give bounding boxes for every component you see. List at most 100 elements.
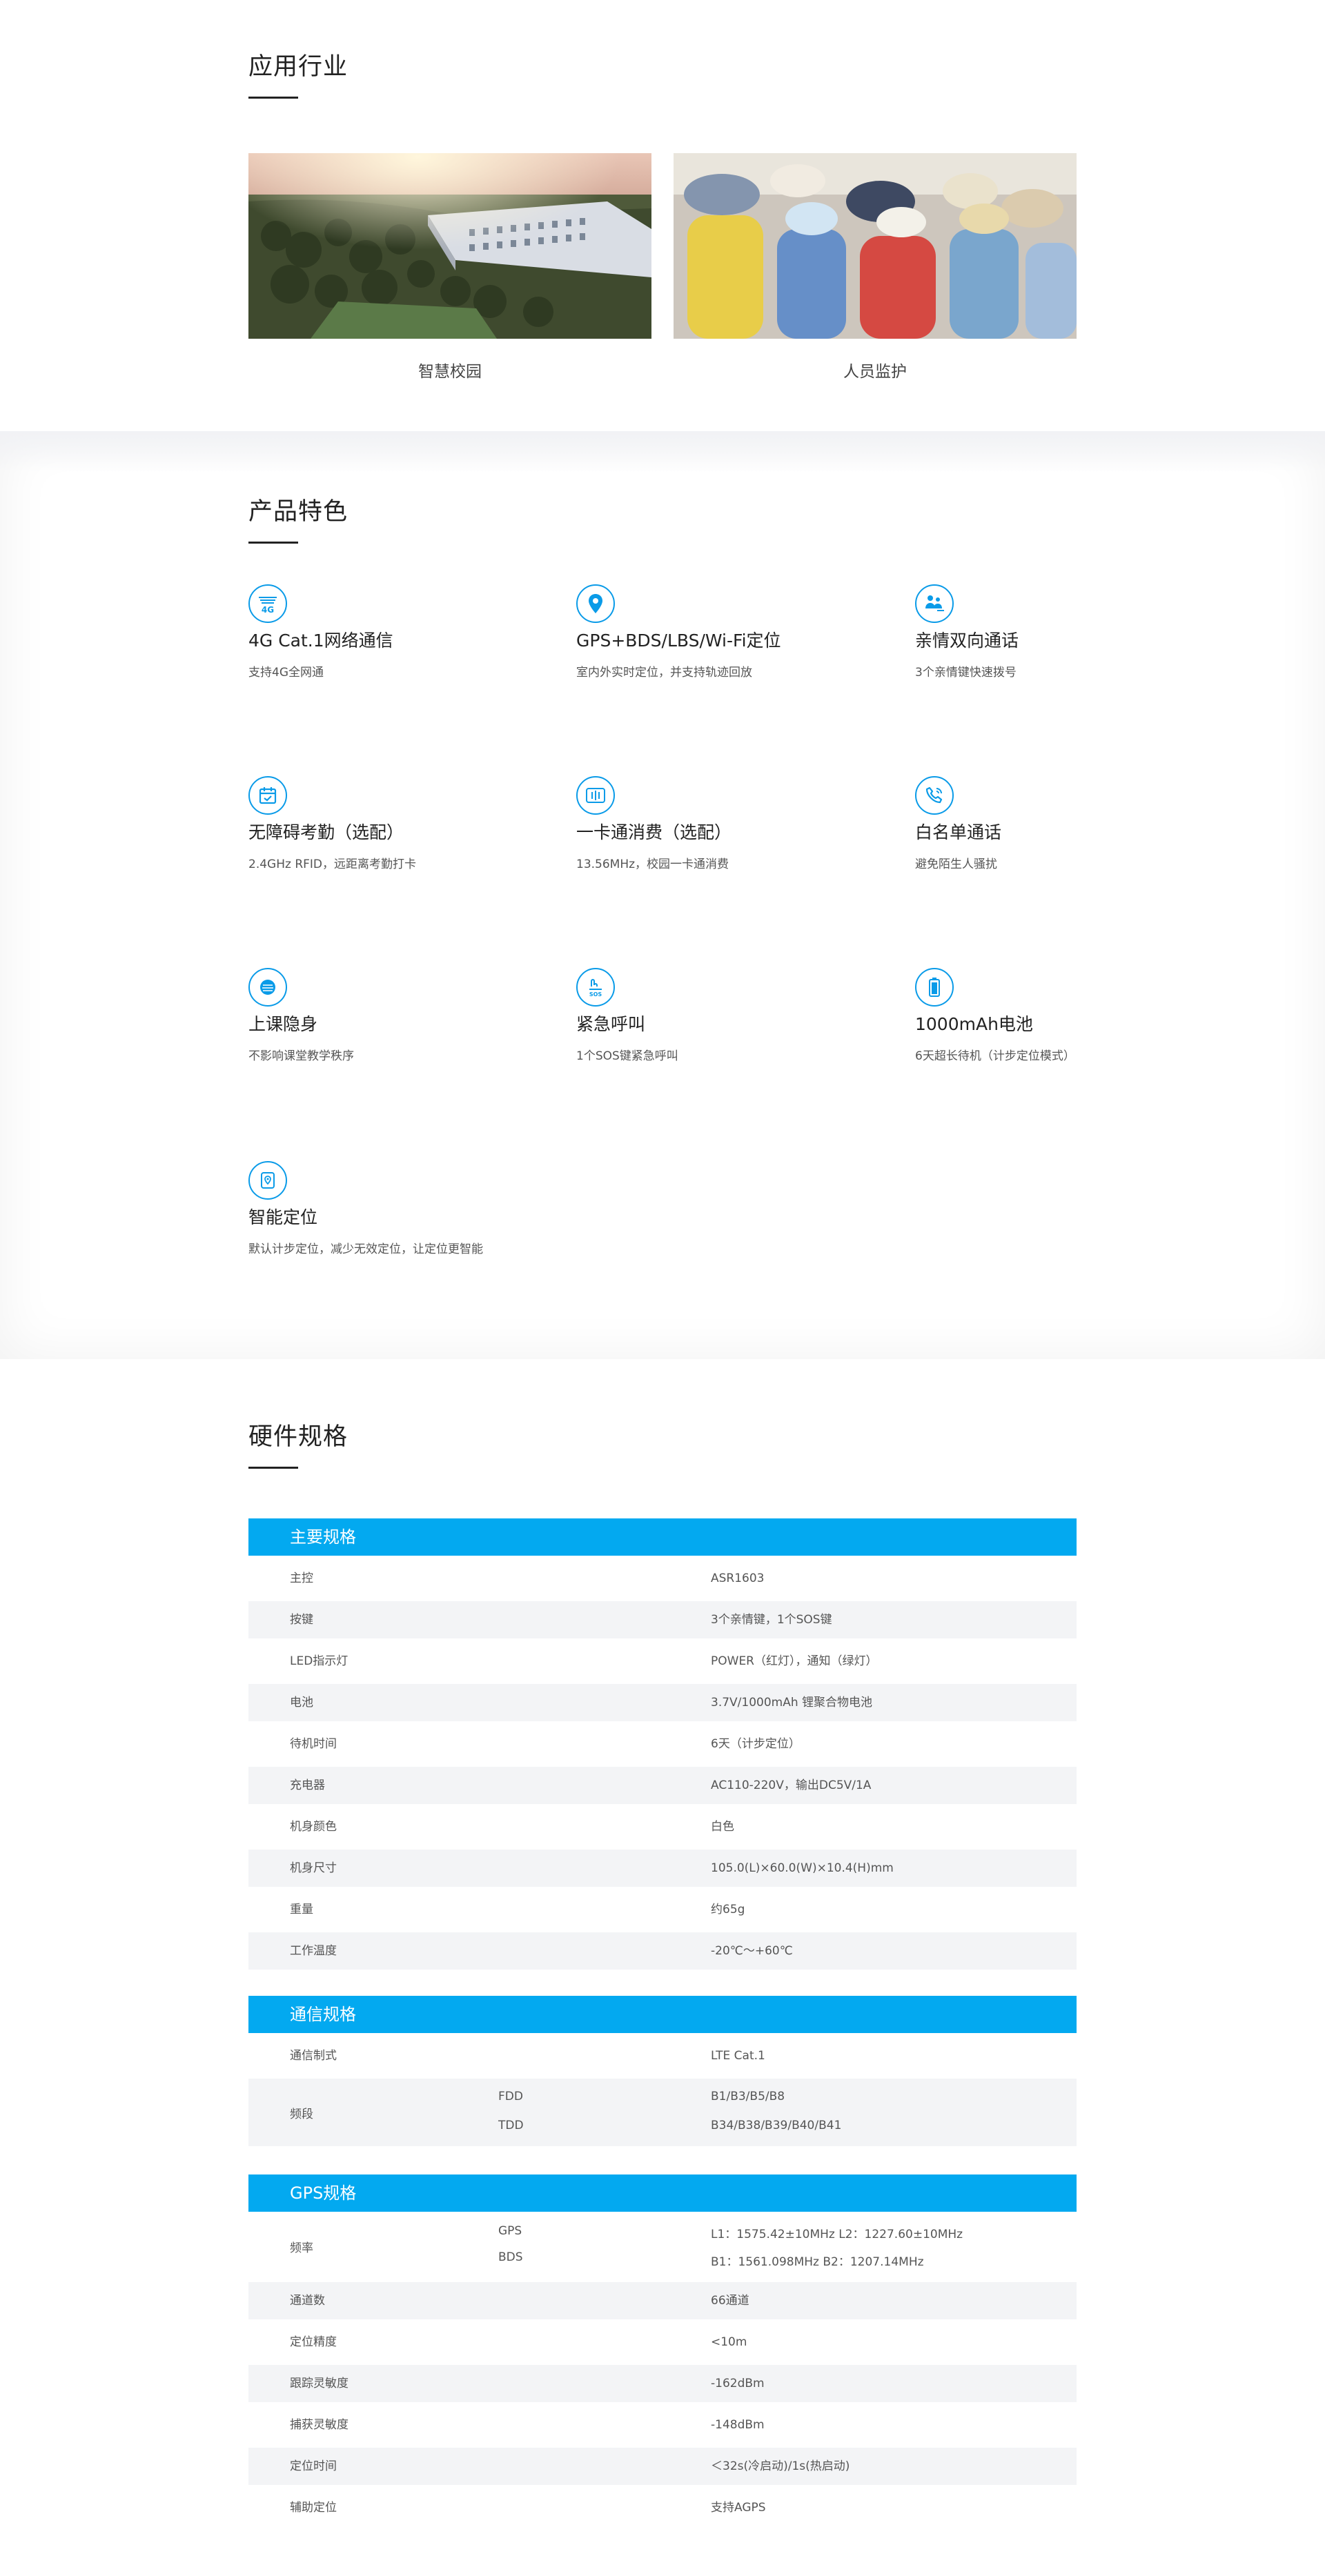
spec-row: 主控 ASR1603 — [248, 1560, 1077, 1597]
spec-row: 通道数 66通道 — [248, 2282, 1077, 2319]
spec-value: 白色 — [711, 1820, 734, 1834]
spec-value: 6天（计步定位） — [711, 1737, 801, 1751]
feature-name: 亲情双向通话 — [915, 631, 1019, 651]
spec-value: <10m — [711, 2335, 747, 2349]
spec-row: 跟踪灵敏度 -162dBm — [248, 2365, 1077, 2402]
spec-key: 频率 — [290, 2241, 313, 2255]
feature-smart-location: 智能定位 默认计步定位，减少无效定位，让定位更智能 — [248, 1161, 483, 1260]
spec-value: LTE Cat.1 — [711, 2049, 765, 2063]
title-underline — [248, 542, 298, 544]
feature-desc: 不影响课堂教学秩序 — [248, 1049, 354, 1063]
spec-value: 约65g — [711, 1903, 745, 1916]
spec-row: 辅助定位 支持AGPS — [248, 2489, 1077, 2526]
smart-location-icon — [248, 1161, 287, 1200]
spec-row: 定位精度 <10m — [248, 2324, 1077, 2361]
calendar-check-icon — [248, 776, 287, 815]
sos-icon: SOS — [576, 968, 615, 1007]
feature-attendance: 无障碍考勤（选配） 2.4GHz RFID，远距离考勤打卡 — [248, 776, 483, 875]
feature-desc: 2.4GHz RFID，远距离考勤打卡 — [248, 858, 417, 871]
feature-sos: SOS 紧急呼叫 1个SOS键紧急呼叫 — [576, 968, 811, 1067]
feature-desc: 6天超长待机（计步定位模式） — [915, 1049, 1075, 1063]
spec-value: B1/B3/B5/B8 — [711, 2090, 785, 2103]
spec-key: 通道数 — [290, 2294, 325, 2308]
spec-key: 频段 — [290, 2108, 313, 2121]
spec-row: 电池 3.7V/1000mAh 锂聚合物电池 — [248, 1684, 1077, 1721]
feature-4g: 4G 4G Cat.1网络通信 支持4G全网通 — [248, 584, 483, 684]
svg-text:4G: 4G — [262, 605, 274, 614]
nfc-card-icon — [576, 776, 615, 815]
feature-name: 智能定位 — [248, 1207, 318, 1227]
feature-family-call: 亲情双向通话 3个亲情键快速拨号 — [915, 584, 1150, 684]
spec-value: -148dBm — [711, 2418, 765, 2432]
location-pin-icon — [576, 584, 615, 623]
family-call-icon — [915, 584, 954, 623]
feature-desc: 3个亲情键快速拨号 — [915, 666, 1017, 680]
spec-key: 工作温度 — [290, 1944, 337, 1958]
spec-value: B34/B38/B39/B40/B41 — [711, 2119, 842, 2132]
spec-row: 捕获灵敏度 -148dBm — [248, 2406, 1077, 2444]
campus-aerial-photo — [248, 153, 651, 339]
spec-value: 3个亲情键，1个SOS键 — [711, 1613, 832, 1627]
spec-row-band: 频段 FDD B1/B3/B5/B8 TDD B34/B38/B39/B40/B… — [248, 2079, 1077, 2146]
spec-row: 机身颜色 白色 — [248, 1808, 1077, 1845]
app-caption: 智慧校园 — [418, 363, 482, 381]
phone-whitelist-icon — [915, 776, 954, 815]
feature-whitelist: 白名单通话 避免陌生人骚扰 — [915, 776, 1150, 875]
feature-name: 紧急呼叫 — [576, 1014, 646, 1034]
group-header-gps: GPS规格 — [248, 2174, 1077, 2212]
feature-name: 1000mAh电池 — [915, 1014, 1033, 1034]
svg-text:SOS: SOS — [589, 991, 602, 998]
app-card-personnel-monitoring[interactable]: 人员监护 — [674, 153, 1077, 382]
specs-title: 硬件规格 — [248, 1423, 349, 1451]
spec-value: 3.7V/1000mAh 锂聚合物电池 — [711, 1696, 873, 1710]
feature-positioning: GPS+BDS/LBS/Wi-Fi定位 室内外实时定位，并支持轨迹回放 — [576, 584, 811, 684]
spec-row: 重量 约65g — [248, 1891, 1077, 1928]
spec-row: LED指示灯 POWER（红灯），通知（绿灯） — [248, 1643, 1077, 1680]
feature-desc: 13.56MHz，校园一卡通消费 — [576, 858, 729, 871]
spec-key: 跟踪灵敏度 — [290, 2377, 349, 2390]
spec-key: 捕获灵敏度 — [290, 2418, 349, 2432]
spec-sub-key: FDD — [498, 2090, 523, 2103]
4g-icon: 4G — [248, 584, 287, 623]
spec-value: -20℃～+60℃ — [711, 1944, 793, 1958]
spec-value: POWER（红灯），通知（绿灯） — [711, 1654, 878, 1668]
feature-desc: 支持4G全网通 — [248, 666, 324, 680]
applications-section: 应用行业 智慧校园 人员监护 — [0, 0, 1325, 431]
spec-row: 按键 3个亲情键，1个SOS键 — [248, 1601, 1077, 1638]
specs-section: 硬件规格 主要规格 主控 ASR1603 按键 3个亲情键，1个SOS键 LED指示… — [0, 1359, 1325, 2576]
spec-key: 辅助定位 — [290, 2501, 337, 2515]
spec-value: ASR1603 — [711, 1572, 765, 1585]
spec-value: 105.0(L)×60.0(W)×10.4(H)mm — [711, 1861, 894, 1875]
spec-sub-key: TDD — [498, 2119, 524, 2132]
app-card-smart-campus[interactable]: 智慧校园 — [248, 153, 651, 382]
group-header-comm: 通信规格 — [248, 1996, 1077, 2033]
spec-row: 定位时间 ＜32s(冷启动)/1s(热启动) — [248, 2448, 1077, 2485]
spec-value: -162dBm — [711, 2377, 765, 2390]
feature-campus-card: 一卡通消费（选配） 13.56MHz，校园一卡通消费 — [576, 776, 811, 875]
spec-key: 电池 — [290, 1696, 313, 1710]
spec-value: 支持AGPS — [711, 2501, 766, 2515]
spec-key: 按键 — [290, 1613, 313, 1627]
spec-value: L1：1575.42±10MHz L2：1227.60±10MHz — [711, 2228, 963, 2241]
spec-row: 通信制式 LTE Cat.1 — [248, 2037, 1077, 2074]
feature-desc: 避免陌生人骚扰 — [915, 858, 997, 871]
group-header-main: 主要规格 — [248, 1518, 1077, 1556]
feature-desc: 1个SOS键紧急呼叫 — [576, 1049, 678, 1063]
spec-row: 充电器 AC110-220V，输出DC5V/1A — [248, 1767, 1077, 1804]
feature-name: 无障碍考勤（选配） — [248, 822, 404, 842]
spec-row: 机身尺寸 105.0(L)×60.0(W)×10.4(H)mm — [248, 1850, 1077, 1887]
feature-desc: 默认计步定位，减少无效定位，让定位更智能 — [248, 1242, 483, 1256]
spec-key: 定位时间 — [290, 2459, 337, 2473]
app-caption: 人员监护 — [843, 363, 907, 381]
feature-name: GPS+BDS/LBS/Wi-Fi定位 — [576, 631, 781, 651]
title-underline — [248, 1467, 298, 1469]
spec-key: 充电器 — [290, 1779, 325, 1792]
spec-key: 重量 — [290, 1903, 313, 1916]
spec-value: AC110-220V，输出DC5V/1A — [711, 1779, 872, 1792]
feature-battery: 1000mAh电池 6天超长待机（计步定位模式） — [915, 968, 1150, 1067]
title-underline — [248, 97, 298, 99]
spec-key: 定位精度 — [290, 2335, 337, 2349]
spec-row: 工作温度 -20℃～+60℃ — [248, 1932, 1077, 1970]
feature-class-mode: 上课隐身 不影响课堂教学秩序 — [248, 968, 483, 1067]
spec-key: LED指示灯 — [290, 1654, 349, 1668]
